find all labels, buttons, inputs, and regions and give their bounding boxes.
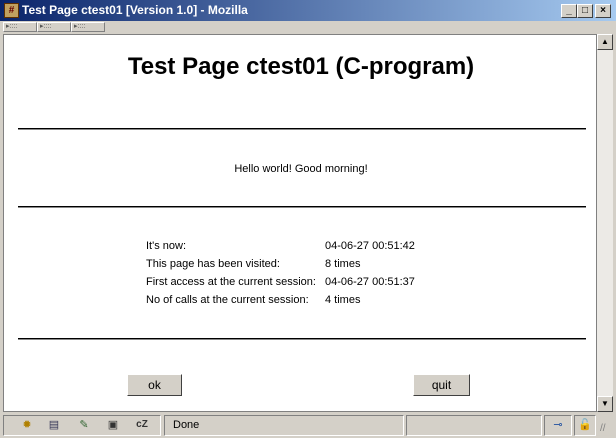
info-value: 8 times xyxy=(325,258,361,270)
info-value: 04-06-27 00:51:42 xyxy=(325,240,415,252)
mail-icon[interactable]: ▤ xyxy=(46,418,62,432)
toolbar-grip[interactable]: ▸:::: xyxy=(37,22,71,32)
greeting-text: Hello world! Good morning! xyxy=(234,163,368,175)
close-button[interactable]: × xyxy=(595,4,611,18)
toolbar-grip[interactable]: ▸:::: xyxy=(3,22,37,32)
composer-icon[interactable]: ✎ xyxy=(76,418,92,432)
page-title: Test Page ctest01 (C-program) xyxy=(127,53,475,80)
info-value: 4 times xyxy=(325,294,361,306)
mozilla-app-icon: # xyxy=(4,3,19,18)
divider xyxy=(18,206,586,208)
status-bar: ✹ ▤ ✎ ▣ cZ Done ⊸ 🔓 // xyxy=(0,413,616,438)
security-lock-icon[interactable]: 🔓 xyxy=(574,415,596,436)
info-label: It's now: xyxy=(146,240,187,252)
collapsed-toolbars: ▸:::: ▸:::: ▸:::: xyxy=(0,21,616,33)
info-label: No of calls at the current session: xyxy=(146,294,309,306)
minimize-button[interactable]: _ xyxy=(561,4,577,18)
title-bar: # Test Page ctest01 [Version 1.0] - Mozi… xyxy=(0,0,616,21)
quit-button[interactable]: quit xyxy=(413,374,470,396)
page-content: Test Page ctest01 (C-program) Hello worl… xyxy=(3,34,597,412)
vertical-scrollbar[interactable]: ▲ ▼ xyxy=(597,34,613,412)
scroll-down-button[interactable]: ▼ xyxy=(597,396,613,412)
status-text: Done xyxy=(164,415,404,436)
progress-pane xyxy=(406,415,542,436)
navigator-icon[interactable]: ✹ xyxy=(19,418,35,432)
info-label: This page has been visited: xyxy=(146,258,280,270)
divider xyxy=(18,338,586,340)
address-book-icon[interactable]: ▣ xyxy=(105,418,121,432)
window-title: Test Page ctest01 [Version 1.0] - Mozill… xyxy=(22,3,248,17)
divider xyxy=(18,128,586,130)
info-label: First access at the current session: xyxy=(146,276,316,288)
component-bar: ✹ ▤ ✎ ▣ cZ xyxy=(3,415,161,436)
info-value: 04-06-27 00:51:37 xyxy=(325,276,415,288)
scroll-up-button[interactable]: ▲ xyxy=(597,34,613,50)
resize-grip-icon[interactable]: // xyxy=(600,423,606,434)
chatzilla-icon[interactable]: cZ xyxy=(134,418,150,432)
maximize-button[interactable]: □ xyxy=(577,4,593,18)
online-icon[interactable]: ⊸ xyxy=(544,415,572,436)
toolbar-grip[interactable]: ▸:::: xyxy=(71,22,105,32)
ok-button[interactable]: ok xyxy=(127,374,182,396)
